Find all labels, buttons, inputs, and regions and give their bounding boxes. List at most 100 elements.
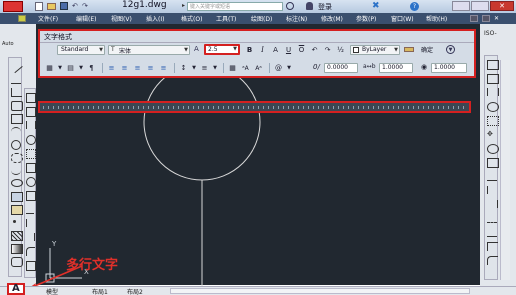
overline-icon[interactable]: O <box>296 45 307 55</box>
erase-icon[interactable] <box>26 93 36 103</box>
rectangle-icon[interactable] <box>11 114 23 124</box>
array-icon[interactable] <box>26 149 36 159</box>
polyline-icon[interactable] <box>11 88 22 97</box>
polygon-icon[interactable] <box>11 101 23 111</box>
justify-dropdown-icon[interactable]: ▼ <box>78 63 84 73</box>
line-spacing-dropdown-icon[interactable]: ▼ <box>191 63 197 73</box>
right-mirror-icon[interactable] <box>487 88 499 96</box>
move-icon[interactable] <box>26 163 36 173</box>
menu-draw[interactable]: 绘图(D) <box>251 14 286 24</box>
numbering-dropdown-icon[interactable]: ▼ <box>212 63 218 73</box>
ellipse-icon[interactable] <box>11 179 23 187</box>
annotative-icon[interactable]: A <box>194 45 199 53</box>
underline-icon[interactable]: U <box>283 45 294 55</box>
minimize-window-icon[interactable] <box>452 1 470 11</box>
columns-icon[interactable]: ▦ <box>44 63 55 73</box>
horizontal-scrollbar[interactable] <box>170 288 470 294</box>
mtext-tool-button[interactable]: A <box>7 283 25 295</box>
line-icon[interactable] <box>9 59 23 74</box>
right-extend-icon[interactable] <box>487 200 498 208</box>
user-icon[interactable] <box>306 2 313 10</box>
right-stretch-icon[interactable] <box>487 172 497 181</box>
revcloud-icon[interactable] <box>11 153 23 163</box>
redo-text-icon[interactable]: ↷ <box>322 45 333 55</box>
hatch-icon[interactable] <box>11 231 23 241</box>
menu-edit[interactable]: 编辑(E) <box>76 14 111 24</box>
width-factor-input[interactable]: 1.0000 <box>431 63 467 73</box>
numbering-icon[interactable]: ≡ <box>199 63 210 73</box>
doc-close-icon[interactable]: ✕ <box>494 15 502 22</box>
right-array-icon[interactable] <box>487 116 499 126</box>
right-move-icon[interactable]: ✥ <box>487 130 497 138</box>
distribute-icon[interactable]: ≡ <box>158 63 169 73</box>
exchange-icon[interactable]: ✖ <box>372 2 381 11</box>
extend-icon[interactable] <box>26 233 35 241</box>
menu-file[interactable]: 文件(F) <box>38 14 76 24</box>
italic-icon[interactable]: I <box>257 45 268 55</box>
right-fillet-icon[interactable] <box>487 256 498 265</box>
maximize-window-icon[interactable] <box>471 1 489 11</box>
color-select[interactable]: ByLayer ▼ <box>350 45 400 55</box>
rotate-icon[interactable] <box>26 177 36 187</box>
tracking-input[interactable]: 1.0000 <box>379 63 413 73</box>
new-icon[interactable] <box>35 2 43 11</box>
drawing-doc-icon[interactable] <box>18 15 26 22</box>
construction-line-icon[interactable] <box>11 75 21 84</box>
offset-icon[interactable] <box>26 135 36 145</box>
right-erase-icon[interactable] <box>487 60 499 70</box>
search-icon[interactable] <box>286 2 294 10</box>
make-block-icon[interactable] <box>11 205 23 215</box>
style-dropdown-icon[interactable]: ▼ <box>99 47 103 53</box>
menu-format[interactable]: 格式(O) <box>181 14 216 24</box>
font-dropdown-icon[interactable]: ▼ <box>184 47 188 53</box>
scale-icon[interactable] <box>26 191 36 201</box>
menu-insert[interactable]: 插入(I) <box>146 14 181 24</box>
mtext-ruler[interactable] <box>38 101 471 113</box>
arc-icon[interactable] <box>11 127 21 136</box>
menu-parametric[interactable]: 参数(P) <box>356 14 391 24</box>
align-left-icon[interactable]: ≡ <box>106 63 117 73</box>
copy-icon[interactable] <box>26 107 36 117</box>
mirror-icon[interactable] <box>26 121 36 129</box>
insert-field-icon[interactable]: ▦ <box>227 63 238 73</box>
tab-model[interactable]: 模型 <box>46 287 58 295</box>
stack-icon[interactable]: ½ <box>335 45 346 55</box>
menu-modify[interactable]: 修改(M) <box>321 14 356 24</box>
menu-view[interactable]: 视图(V) <box>111 14 146 24</box>
paragraph-icon[interactable]: ¶ <box>86 63 97 73</box>
columns-dropdown-icon[interactable]: ▼ <box>57 63 63 73</box>
height-dropdown-icon[interactable]: ▼ <box>233 46 237 52</box>
autocad-logo-icon[interactable] <box>3 1 23 12</box>
right-rotate-icon[interactable] <box>487 144 499 154</box>
strikethrough-icon[interactable]: A <box>270 45 281 55</box>
justify-icon[interactable]: ≡ <box>145 63 156 73</box>
lowercase-icon[interactable]: Aᵃ <box>253 63 264 73</box>
options-icon[interactable]: ▼ <box>446 45 455 54</box>
ruler-icon[interactable] <box>404 47 414 52</box>
undo-text-icon[interactable]: ↶ <box>309 45 320 55</box>
right-copy-icon[interactable] <box>487 74 499 84</box>
line-spacing-icon[interactable]: ↕ <box>178 63 189 73</box>
doc-minimize-icon[interactable] <box>470 15 478 22</box>
bold-icon[interactable]: B <box>244 45 255 55</box>
right-break-icon[interactable] <box>487 214 497 223</box>
ok-button[interactable]: 确定 <box>421 45 433 54</box>
undo-icon[interactable]: ↶ <box>72 2 80 10</box>
stretch-icon[interactable] <box>26 205 34 214</box>
save-icon[interactable] <box>60 2 68 10</box>
point-icon[interactable] <box>13 220 16 223</box>
doc-restore-icon[interactable] <box>482 15 490 22</box>
text-height-select[interactable]: 2.5 ▼ <box>204 44 240 55</box>
tab-layout1[interactable]: 布局1 <box>92 287 108 295</box>
menu-window[interactable]: 窗口(W) <box>391 14 426 24</box>
color-dropdown-icon[interactable]: ▼ <box>394 47 398 53</box>
insert-block-icon[interactable] <box>11 192 23 202</box>
close-window-icon[interactable]: ✕ <box>490 1 514 11</box>
right-scale-icon[interactable] <box>487 158 499 168</box>
redo-icon[interactable]: ↷ <box>82 2 90 10</box>
symbol-icon[interactable]: @ <box>273 63 284 73</box>
tab-layout2[interactable]: 布局2 <box>127 287 143 295</box>
style-select[interactable]: Standard ▼ <box>57 45 105 55</box>
gradient-icon[interactable] <box>11 244 23 254</box>
search-input[interactable]: 键入关键字或短语 <box>187 2 283 11</box>
